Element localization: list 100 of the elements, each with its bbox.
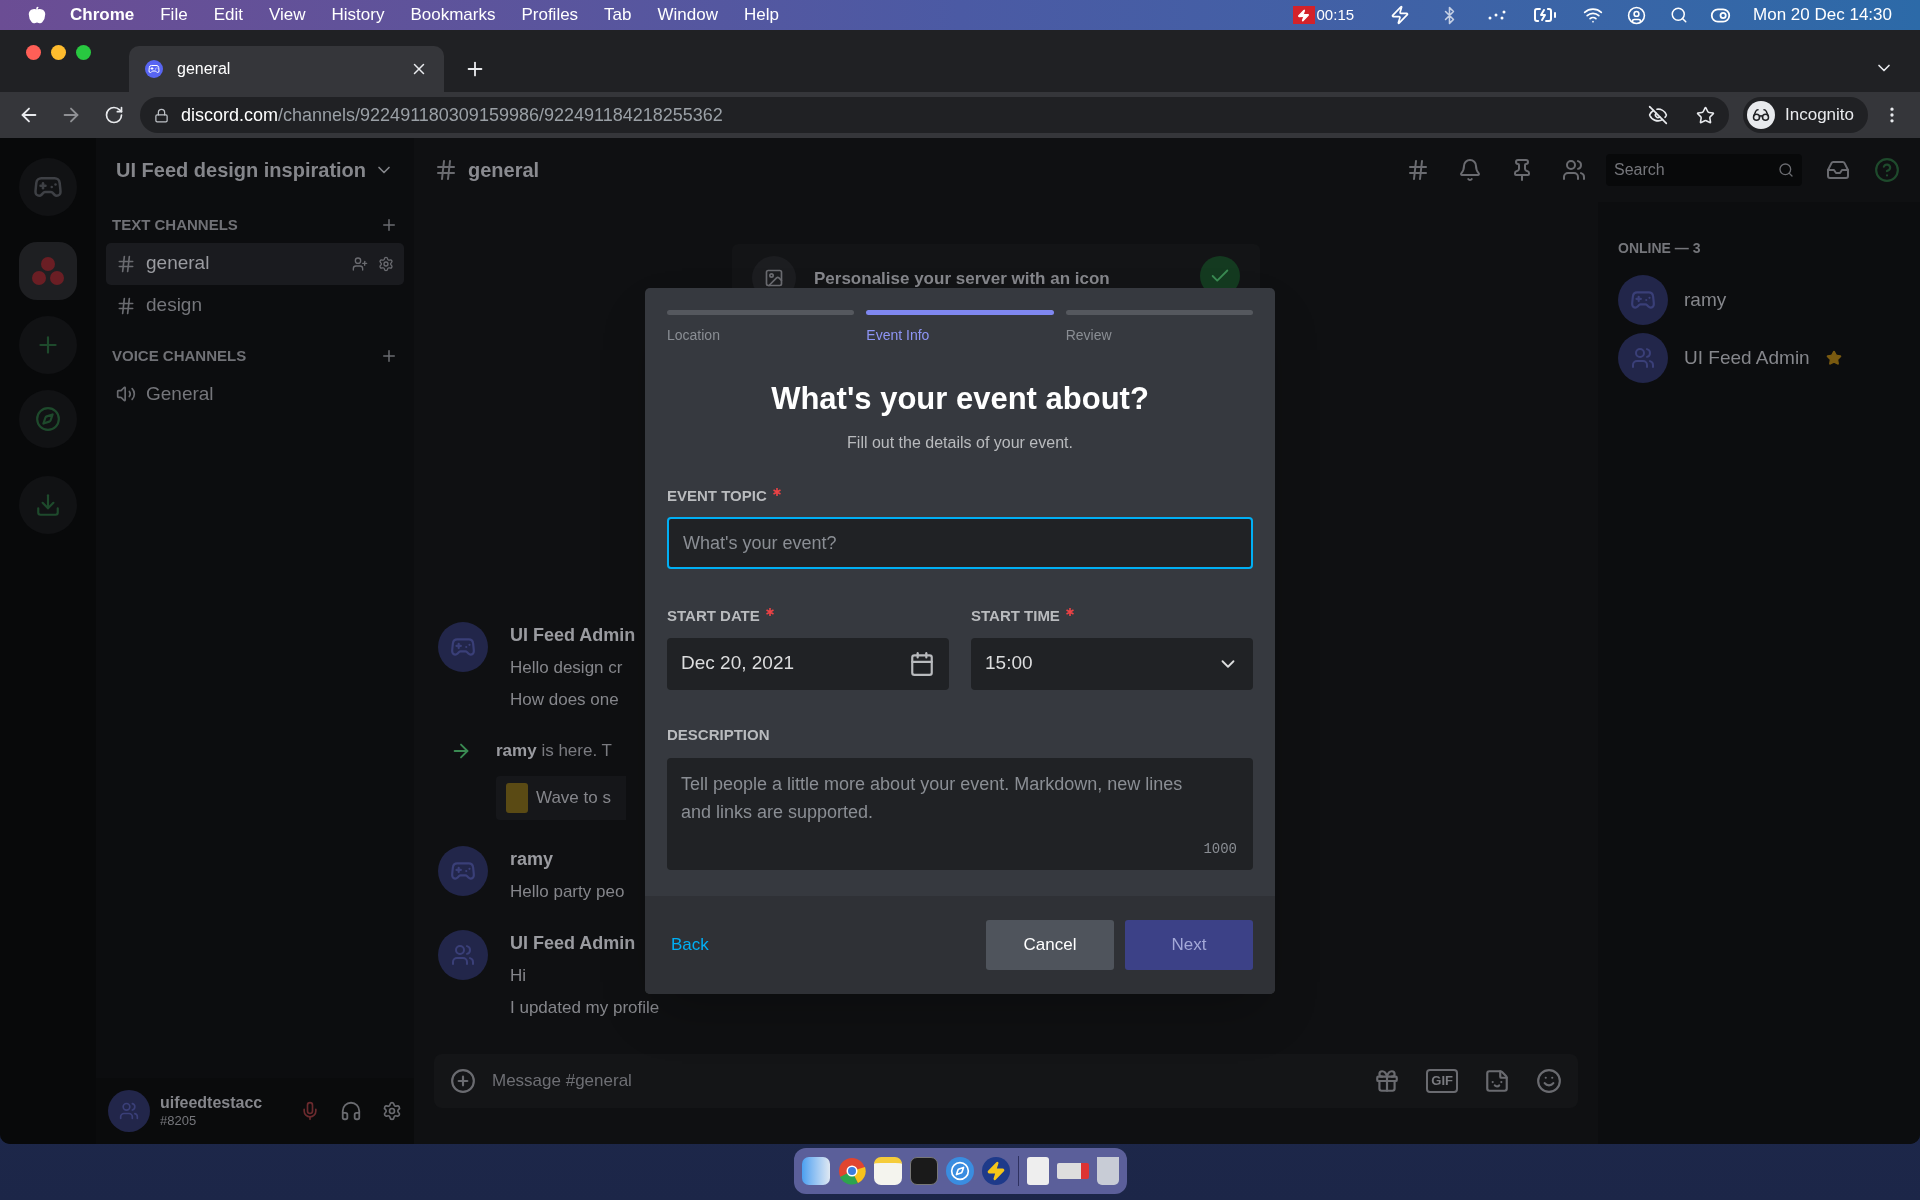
calendar-icon [909,650,935,677]
field-label: DESCRIPTION [667,724,770,745]
menu-item[interactable]: Profiles [521,2,579,28]
circle-app-icon[interactable] [837,1157,866,1185]
download-icon [35,492,61,518]
trash-icon[interactable] [1096,1157,1119,1185]
dialog-title: What's your event about? [770,380,1150,418]
app-menu[interactable]: Chrome [70,2,135,28]
gift-icon[interactable] [1374,1068,1401,1094]
username: uifeedtestacc [160,1092,264,1113]
favicon-icon [145,60,163,78]
browser-tab[interactable]: general [129,46,444,92]
category-heading[interactable]: TEXT CHANNELS [112,214,238,237]
lightning-icon[interactable] [1390,5,1411,25]
window-thumbnail-icon[interactable] [1056,1163,1089,1179]
settings-icon[interactable] [378,255,394,272]
back-link[interactable]: Back [667,932,713,958]
message-text: Hi [510,965,528,987]
document-icon[interactable] [1026,1157,1049,1185]
field-label: START TIME [971,606,1060,626]
settings-icon[interactable] [382,1101,402,1121]
incognito-button[interactable]: Incognito [1743,97,1868,133]
character-counter: 1000 [1203,840,1237,859]
inbox-icon[interactable] [1826,158,1850,182]
compass-app-icon[interactable] [945,1157,974,1185]
menu-item[interactable]: Edit [213,2,243,28]
start-date-field[interactable]: Dec 20, 2021 [667,637,949,690]
menu-item[interactable]: File [160,2,188,28]
member-list-icon[interactable] [1562,158,1586,182]
dots-icon[interactable] [1487,9,1508,21]
eye-off-icon[interactable] [1648,105,1668,125]
threads-icon[interactable] [1406,158,1430,182]
zoom-window-button[interactable] [76,44,91,60]
recording-time: 00:15 [1316,4,1355,25]
field-label: EVENT TOPIC [667,485,767,506]
avatar-icon [1618,333,1668,383]
start-time-dropdown[interactable]: 15:00 [971,637,1253,690]
menu-item[interactable]: View [268,2,306,28]
emoji-icon[interactable] [1536,1068,1562,1094]
menu-item[interactable]: Tab [604,2,632,28]
cancel-button[interactable]: Cancel [986,920,1114,970]
recording-icon[interactable] [1292,6,1315,24]
hash-icon [434,158,458,182]
member-item[interactable]: ramy [1618,271,1900,329]
avatar-icon [1618,275,1668,325]
reload-icon[interactable] [104,105,124,125]
lightning-app-icon[interactable] [981,1157,1010,1185]
step-label[interactable]: Event Info [866,325,1054,346]
headphones-icon[interactable] [340,1100,362,1122]
user-tag: #8205 [160,1112,290,1130]
hash-icon [116,253,136,274]
message-text: I updated my profile [510,996,660,1019]
user-icon[interactable] [1627,5,1647,25]
wave-button[interactable]: Wave to s [496,775,626,820]
message-composer[interactable]: Message #general GIF [434,1054,1578,1108]
server-name[interactable]: UI Feed design inspiration [116,155,367,185]
bookmark-star-icon[interactable] [1696,105,1715,125]
message-author: UI Feed Admin [510,932,637,955]
search-icon[interactable] [1670,6,1689,24]
message-author: UI Feed Admin [510,624,636,647]
notification-icon[interactable] [1458,158,1482,182]
channel-item[interactable]: design [106,284,404,327]
event-topic-field[interactable]: What's your event? [667,517,1253,569]
compass-icon [35,406,61,432]
notes-app-icon[interactable] [873,1157,902,1185]
channel-item[interactable]: General [106,373,404,415]
apple-icon[interactable] [28,6,46,24]
member-item[interactable]: UI Feed Admin [1618,329,1900,387]
message-text: Hello design cr [510,657,624,679]
gif-button[interactable]: GIF [1426,1069,1458,1093]
message-text: Hello party peo [510,880,625,903]
add-attachment-icon[interactable] [450,1068,476,1094]
step-label[interactable]: Review [1065,325,1253,346]
search-icon [1778,162,1794,178]
channel-item[interactable]: general [106,242,404,285]
category-heading[interactable]: VOICE CHANNELS [112,344,247,367]
address-bar[interactable]: discord.com/channels/922491180309159986/922491184218255362 [140,97,1729,133]
member-list-heading: ONLINE — 3 [1618,239,1702,258]
message-text: How does one [510,688,620,711]
close-window-button[interactable] [26,44,41,60]
menu-item[interactable]: Window [657,2,718,28]
join-message: ramy is here. T [496,740,613,762]
terminal-app-icon[interactable] [909,1157,938,1185]
menu-item[interactable]: Bookmarks [410,2,496,28]
step-label[interactable]: Location [667,325,855,346]
dialog-subtitle: Fill out the details of your event. [846,432,1074,453]
menu-item[interactable]: Help [744,2,779,28]
sticker-icon[interactable] [1484,1068,1510,1094]
invite-icon[interactable] [352,255,368,272]
avatar-icon [438,845,488,896]
welcome-card-text: Personalise your server with an icon [814,268,1111,290]
search-field[interactable]: Search [1606,154,1802,186]
lock-icon [154,107,169,123]
minimize-window-button[interactable] [51,44,66,60]
avatar-icon [438,622,488,672]
channel-title: general [468,158,540,183]
wifi-icon[interactable] [1583,5,1604,25]
clock: Mon 20 Dec 14:30 [1753,4,1892,27]
speaker-icon [116,384,136,404]
menu-item[interactable]: History [331,2,385,28]
